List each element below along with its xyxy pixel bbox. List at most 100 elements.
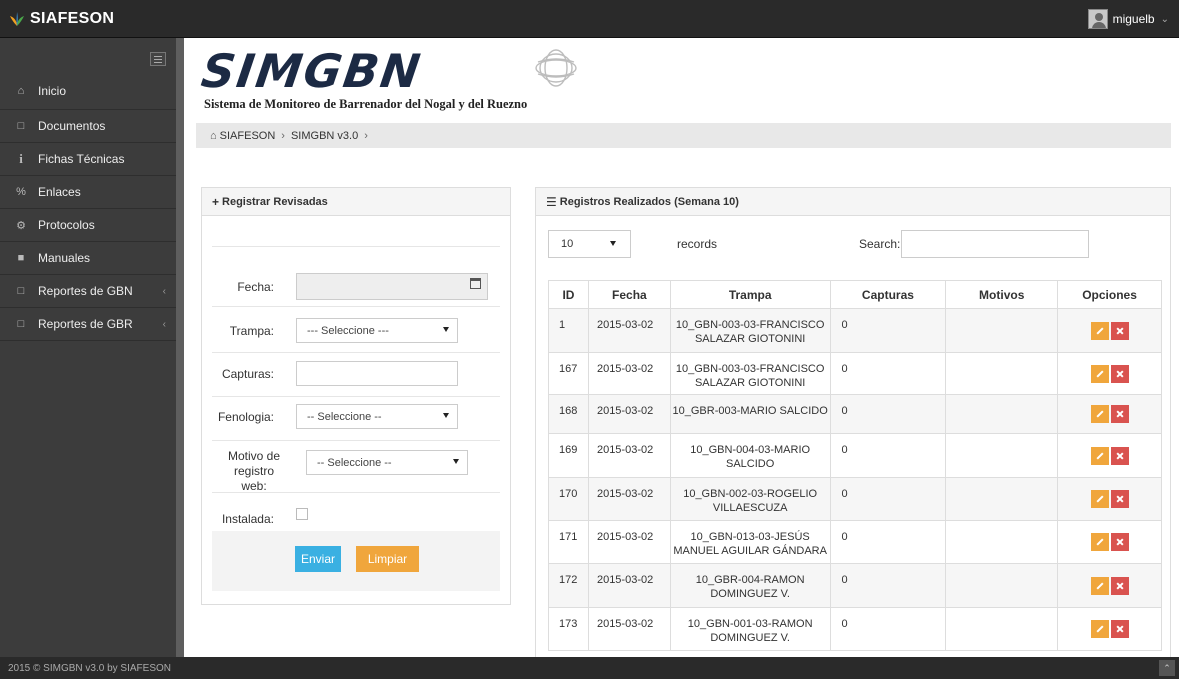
dropdown-arrow-icon: [443, 413, 449, 418]
plus-icon: +: [212, 194, 220, 209]
edit-pencil-icon[interactable]: [1090, 533, 1109, 551]
sidebar-item-documentos[interactable]: □ Documentos: [0, 110, 176, 143]
fecha-input[interactable]: [296, 273, 488, 300]
delete-x-icon[interactable]: [1110, 446, 1129, 465]
table-header-row: ID Fecha Trampa Capturas Motivos Opcione…: [548, 280, 1162, 309]
user-menu[interactable]: miguelb ⌄: [1087, 0, 1169, 38]
edit-pencil-icon[interactable]: [1090, 576, 1109, 595]
folder-icon: □: [17, 120, 25, 132]
chevron-left-icon: ‹: [162, 285, 166, 297]
app-logo: SIMGBN Sistema de Monitoreo de Barrenado…: [198, 44, 582, 116]
column-header-capturas[interactable]: Capturas: [829, 280, 947, 309]
column-header-fecha[interactable]: Fecha: [587, 280, 671, 309]
link-icon: %: [16, 186, 26, 198]
motivo-label: Motivo de registro web:: [227, 449, 281, 493]
clear-button[interactable]: Limpiar: [356, 546, 419, 572]
instalada-row: Instalada:: [212, 506, 500, 526]
edit-pencil-icon[interactable]: [1090, 620, 1109, 638]
trampa-label: Trampa:: [229, 323, 274, 338]
column-header-trampa[interactable]: Trampa: [669, 280, 831, 309]
trampa-row: Trampa: --- Seleccione ---: [212, 318, 500, 343]
delete-x-icon[interactable]: [1110, 620, 1129, 638]
edit-pencil-icon[interactable]: [1090, 405, 1109, 423]
cell-fecha: 2015-03-02: [587, 394, 671, 434]
column-header-motivos[interactable]: Motivos: [945, 280, 1059, 309]
sidebar-item-label: Reportes de GBR: [38, 317, 133, 331]
motivo-select[interactable]: -- Seleccione --: [306, 450, 468, 475]
sidebar-item-enlaces[interactable]: % Enlaces: [0, 176, 176, 209]
cell-fecha: 2015-03-02: [587, 477, 671, 521]
divider: [212, 306, 500, 307]
instalada-checkbox[interactable]: [296, 508, 308, 520]
delete-x-icon[interactable]: [1110, 533, 1129, 551]
fenologia-select[interactable]: -- Seleccione --: [296, 404, 458, 429]
delete-x-icon[interactable]: [1110, 364, 1129, 383]
edit-pencil-icon[interactable]: [1090, 446, 1109, 465]
cell-trampa: 10_GBN-001-03-RAMON DOMINGUEZ V.: [669, 607, 831, 651]
cell-fecha: 2015-03-02: [587, 352, 671, 395]
chevron-up-icon[interactable]: ⌃: [1159, 660, 1175, 676]
table-row: 1 2015-03-02 10_GBN-003-03-FRANCISCO SALA…: [548, 308, 1162, 353]
breadcrumb-item-simgbn[interactable]: SIMGBN v3.0: [291, 130, 358, 142]
cell-trampa: 10_GBN-004-03-MARIO SALCIDO: [669, 433, 831, 478]
capturas-label: Capturas:: [221, 366, 274, 381]
cell-capturas: 0: [829, 607, 947, 651]
cell-opciones: [1057, 563, 1162, 608]
sidebar-item-label: Documentos: [38, 119, 106, 133]
cell-motivos: [945, 520, 1059, 564]
table-row: 167 2015-03-02 10_GBN-003-03-FRANCISCO SA…: [548, 352, 1162, 395]
brand-name: SIAFESON: [30, 10, 115, 27]
cell-opciones: [1057, 607, 1162, 651]
sidebar-item-manuales[interactable]: ■ Manuales: [0, 242, 176, 275]
table-row: 172 2015-03-02 10_GBR-004-RAMON DOMINGUEZ…: [548, 563, 1162, 608]
cell-motivos: [945, 352, 1059, 395]
cell-motivos: [945, 477, 1059, 521]
page-size-select[interactable]: 10: [548, 230, 631, 258]
home-icon: ⌂: [17, 84, 25, 97]
column-header-id[interactable]: ID: [548, 280, 589, 309]
search-input[interactable]: [901, 230, 1089, 258]
sidebar-nav: ⌂ Inicio □ Documentos i Fichas Técnicas …: [0, 72, 176, 341]
calendar-icon[interactable]: [470, 278, 481, 289]
sidebar-item-protocolos[interactable]: ⚙ Protocolos: [0, 209, 176, 242]
records-panel: ☰ Registros Realizados (Semana 10) 10 re…: [535, 187, 1171, 662]
file-icon: □: [17, 318, 25, 330]
cell-motivos: [945, 607, 1059, 651]
cell-fecha: 2015-03-02: [587, 607, 671, 651]
delete-x-icon[interactable]: [1110, 321, 1129, 340]
file-icon: □: [17, 285, 25, 297]
breadcrumb-item-siafeson[interactable]: SIAFESON: [220, 130, 276, 142]
sidebar-item-reportes-gbn[interactable]: □ Reportes de GBN ‹: [0, 275, 176, 308]
cell-id: 168: [548, 394, 589, 434]
menu-toggle-icon[interactable]: [150, 52, 166, 66]
sidebar-item-label: Reportes de GBN: [38, 284, 133, 298]
delete-x-icon[interactable]: [1110, 576, 1129, 595]
delete-x-icon[interactable]: [1110, 405, 1129, 423]
cell-trampa: 10_GBN-003-03-FRANCISCO SALAZAR GIOTONINI: [669, 352, 831, 395]
logo-swirl-icon: [535, 49, 577, 87]
sidebar-item-fichas-tecnicas[interactable]: i Fichas Técnicas: [0, 143, 176, 176]
register-form-panel: + Registrar Revisadas Fecha: Trampa: ---…: [201, 187, 511, 605]
gear-icon: ⚙: [16, 219, 26, 232]
capturas-input[interactable]: [296, 361, 458, 386]
cell-opciones: [1057, 394, 1162, 434]
delete-x-icon[interactable]: [1110, 490, 1129, 508]
brand[interactable]: SIAFESON: [8, 0, 176, 38]
sidebar-item-inicio[interactable]: ⌂ Inicio: [0, 72, 176, 110]
edit-pencil-icon[interactable]: [1090, 364, 1109, 383]
divider: [212, 246, 500, 247]
logo-title: SIMGBN: [198, 44, 426, 98]
divider: [212, 440, 500, 441]
edit-pencil-icon[interactable]: [1090, 321, 1109, 340]
table-row: 169 2015-03-02 10_GBN-004-03-MARIO SALCID…: [548, 433, 1162, 478]
trampa-select[interactable]: --- Seleccione ---: [296, 318, 458, 343]
cell-capturas: 0: [829, 352, 947, 395]
footer-text: 2015 © SIMGBN v3.0 by SIAFESON: [8, 662, 171, 674]
send-button[interactable]: Enviar: [295, 546, 341, 572]
cell-trampa: 10_GBN-013-03-JESÚS MANUEL AGUILAR GÁNDAR…: [669, 520, 831, 564]
chevron-right-icon: ›: [364, 129, 368, 142]
sidebar-item-reportes-gbr[interactable]: □ Reportes de GBR ‹: [0, 308, 176, 341]
cell-fecha: 2015-03-02: [587, 308, 671, 353]
cell-opciones: [1057, 352, 1162, 395]
edit-pencil-icon[interactable]: [1090, 490, 1109, 508]
